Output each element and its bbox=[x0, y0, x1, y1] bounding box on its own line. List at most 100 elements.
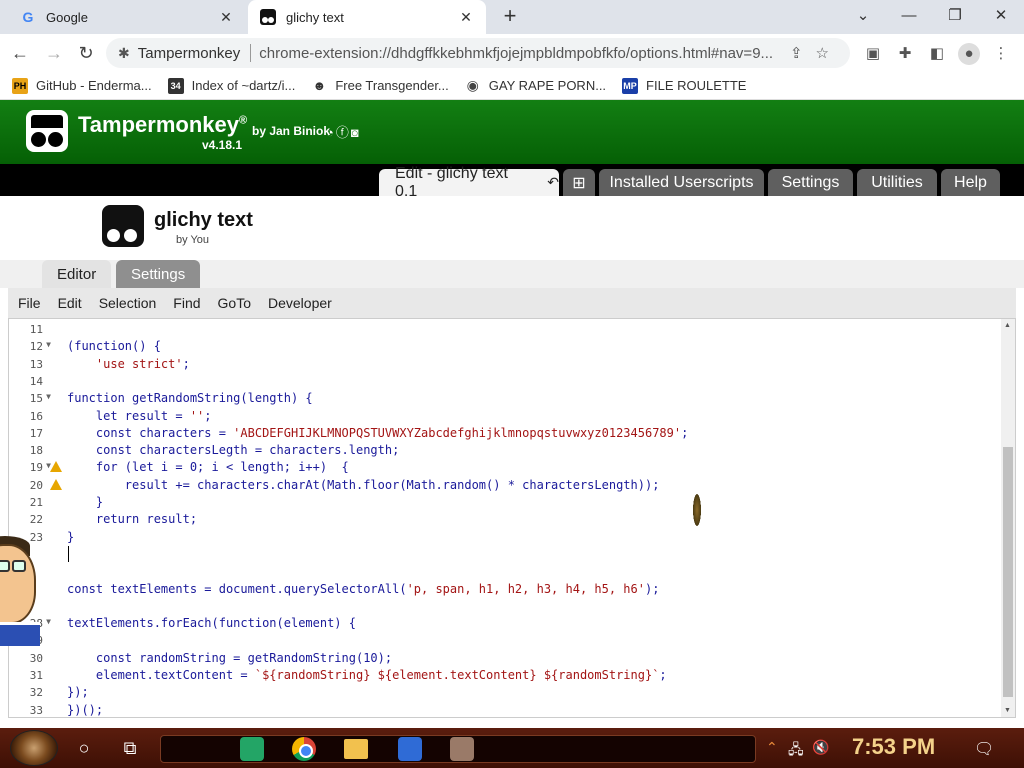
bookmark-label: FILE ROULETTE bbox=[646, 78, 747, 93]
code-line: function getRandomString(length) { bbox=[67, 391, 313, 406]
restore-button[interactable]: ❐ bbox=[932, 0, 978, 30]
tampermonkey-logo-icon bbox=[26, 110, 68, 152]
share-icon[interactable]: ⇪ bbox=[783, 44, 809, 62]
bookmark-star-icon[interactable]: ☆ bbox=[809, 44, 835, 62]
tab-google[interactable]: G Google ✕ bbox=[8, 0, 246, 34]
tampermonkey-header: Tampermonkey® by Jan Biniok v4.18.1 ◔ⓕ◙ bbox=[0, 100, 1024, 164]
menu-file[interactable]: File bbox=[18, 295, 41, 311]
network-icon[interactable]: 🖧 bbox=[788, 739, 804, 763]
code-line: 'use strict'; bbox=[95, 356, 190, 371]
bookmark-item[interactable]: ☻ Free Transgender... bbox=[311, 78, 448, 94]
vertical-scrollbar[interactable]: ▲ ▼ bbox=[1001, 319, 1015, 717]
tampermonkey-extension-icon[interactable]: ▣ bbox=[862, 43, 884, 65]
line-number: 31 bbox=[29, 669, 43, 682]
extensions-icon[interactable]: ✚ bbox=[894, 43, 916, 65]
menu-kebab-icon[interactable]: ⋮ bbox=[990, 43, 1012, 65]
line-number: 21 bbox=[29, 496, 43, 509]
social-links: ◔ⓕ◙ bbox=[326, 122, 361, 141]
warning-icon[interactable] bbox=[50, 461, 62, 473]
code-line: })(); bbox=[67, 702, 104, 717]
app-photo-icon[interactable] bbox=[450, 737, 474, 761]
close-icon[interactable]: ✕ bbox=[218, 9, 234, 26]
fold-toggle-icon[interactable]: ▼ bbox=[46, 340, 51, 349]
bookmark-item[interactable]: 34 Index of ~dartz/i... bbox=[167, 77, 295, 94]
clock[interactable]: 7:53 PM bbox=[852, 734, 935, 760]
code-line: const textElements = document.querySelec… bbox=[67, 581, 660, 596]
warning-icon[interactable] bbox=[50, 478, 62, 490]
close-window-button[interactable]: ✕ bbox=[978, 0, 1024, 30]
bookmark-item[interactable]: ◉ GAY RAPE PORN... bbox=[465, 77, 606, 94]
bookmark-item[interactable]: PH GitHub - Enderma... bbox=[12, 77, 152, 94]
tab-edit-script[interactable]: Edit - glichy text 0.1 ↶ bbox=[379, 165, 559, 200]
bookmark-item[interactable]: MP FILE ROULETTE bbox=[622, 77, 747, 94]
fold-toggle-icon[interactable]: ▼ bbox=[46, 392, 51, 401]
minimize-button[interactable]: — bbox=[886, 0, 932, 30]
menu-edit[interactable]: Edit bbox=[58, 295, 82, 311]
close-icon[interactable]: ✕ bbox=[458, 9, 474, 26]
line-number: 18 bbox=[29, 444, 43, 458]
bookmark-favicon-icon: PH bbox=[12, 77, 28, 94]
code-line: const characters = 'ABCDEFGHIJKLMNOPQSTU… bbox=[67, 425, 689, 440]
reload-button[interactable]: ↻ bbox=[74, 41, 98, 65]
github-icon[interactable]: ◔ bbox=[326, 125, 336, 140]
search-circle-icon[interactable]: ○ bbox=[72, 736, 96, 760]
sheets-app-icon[interactable] bbox=[240, 737, 264, 761]
menu-goto[interactable]: GoTo bbox=[218, 295, 251, 311]
menu-developer[interactable]: Developer bbox=[268, 295, 332, 311]
app-title: Tampermonkey® bbox=[78, 112, 248, 137]
menu-find[interactable]: Find bbox=[173, 295, 200, 311]
code-line: let result = ''; bbox=[67, 408, 212, 423]
site-label: Tampermonkey bbox=[137, 44, 241, 62]
new-tab-button[interactable]: + bbox=[498, 5, 522, 29]
tab-installed-userscripts[interactable]: Installed Userscripts bbox=[599, 169, 764, 196]
tab-glichy-text[interactable]: glichy text ✕ bbox=[248, 0, 486, 34]
instagram-icon[interactable]: ◙ bbox=[351, 125, 361, 140]
bookmark-favicon-icon: MP bbox=[622, 77, 639, 94]
tray-overflow-icon[interactable]: ⌃ bbox=[766, 739, 778, 756]
start-button[interactable] bbox=[10, 730, 58, 766]
code-line: for (let i = 0; i < length; i++) { bbox=[67, 460, 349, 475]
line-number: 16 bbox=[29, 409, 43, 423]
bookmark-label: GitHub - Enderma... bbox=[36, 78, 152, 93]
code-line: const randomString = getRandomString(10)… bbox=[67, 650, 393, 665]
script-author: by You bbox=[176, 234, 210, 246]
bookmarks-bar: PH GitHub - Enderma... 34 Index of ~dart… bbox=[0, 72, 1024, 100]
code-area[interactable]: (function() { 'use strict'; function getR… bbox=[67, 319, 997, 717]
code-line: textElements.forEach(function(element) { bbox=[67, 616, 356, 631]
tab-settings[interactable]: Settings bbox=[768, 169, 853, 196]
address-bar[interactable]: ✱ Tampermonkey chrome-extension://dhdgff… bbox=[106, 38, 850, 68]
tab-utilities[interactable]: Utilities bbox=[857, 169, 937, 196]
scroll-up-icon[interactable]: ▲ bbox=[1004, 322, 1011, 329]
profile-avatar-icon[interactable]: ● bbox=[958, 43, 980, 65]
app-cube-icon[interactable] bbox=[398, 737, 422, 761]
tab-editor[interactable]: Editor bbox=[42, 260, 112, 288]
scroll-down-icon[interactable]: ▼ bbox=[1004, 707, 1011, 714]
text-caret bbox=[68, 545, 69, 562]
line-number: 20 bbox=[9, 477, 65, 494]
forward-button[interactable]: → bbox=[42, 41, 66, 65]
notifications-icon[interactable]: 🗨 bbox=[974, 739, 994, 759]
scrollbar-thumb[interactable] bbox=[1003, 447, 1013, 697]
side-panel-icon[interactable]: ◧ bbox=[926, 43, 948, 65]
tab-title: glichy text bbox=[286, 9, 344, 25]
tab-script-settings[interactable]: Settings bbox=[116, 260, 201, 288]
chrome-app-icon[interactable] bbox=[292, 737, 316, 761]
tab-help[interactable]: Help bbox=[941, 169, 1000, 196]
revert-icon[interactable]: ↶ bbox=[547, 174, 559, 191]
tampermonkey-nav: Edit - glichy text 0.1 ↶ ⊞ Installed Use… bbox=[0, 164, 1024, 200]
code-line: } bbox=[67, 495, 104, 509]
tab-title: Google bbox=[46, 9, 88, 25]
browser-toolbar: ← → ↻ ✱ Tampermonkey chrome-extension://… bbox=[0, 34, 1024, 72]
facebook-icon[interactable]: ⓕ bbox=[336, 125, 351, 140]
menu-selection[interactable]: Selection bbox=[99, 295, 157, 311]
extension-icon: ✱ bbox=[118, 44, 130, 61]
volume-muted-icon[interactable]: 🔇 bbox=[812, 739, 829, 756]
task-view-icon[interactable]: ⧉ bbox=[118, 736, 142, 760]
file-explorer-icon[interactable] bbox=[344, 739, 368, 759]
code-editor[interactable]: 1112▼131415▼16171819▼2021222328▼29303132… bbox=[8, 318, 1016, 718]
tab-search-icon[interactable]: ⌄ bbox=[840, 0, 886, 30]
fold-toggle-icon[interactable]: ▼ bbox=[46, 617, 51, 626]
back-button[interactable]: ← bbox=[8, 41, 32, 65]
add-script-button[interactable]: ⊞ bbox=[563, 169, 595, 196]
divider bbox=[250, 44, 252, 62]
